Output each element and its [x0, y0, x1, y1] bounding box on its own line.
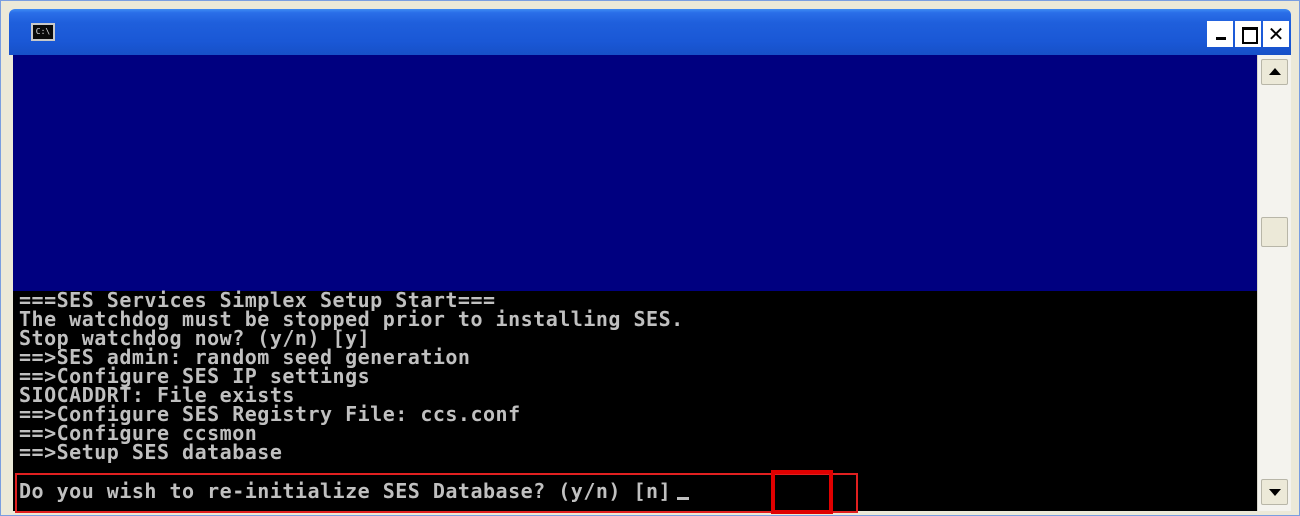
command-prompt-window: C:\ ✕ ===SES Services Simplex Setup Star…	[0, 0, 1300, 516]
console-client-area[interactable]: ===SES Services Simplex Setup Start=== T…	[13, 55, 1257, 511]
scroll-thumb[interactable]	[1261, 217, 1288, 247]
title-bar[interactable]: C:\ ✕	[9, 9, 1291, 55]
console-line: ==>Setup SES database	[19, 440, 283, 464]
scroll-up-arrow-icon	[1269, 68, 1281, 75]
maximize-icon	[1242, 27, 1258, 44]
scroll-down-arrow-icon	[1269, 489, 1281, 496]
default-answer-highlight-box	[771, 470, 833, 514]
minimize-icon	[1216, 37, 1226, 40]
scroll-down-button[interactable]	[1261, 479, 1288, 505]
close-button[interactable]: ✕	[1263, 21, 1289, 47]
console-output: ===SES Services Simplex Setup Start=== T…	[19, 290, 1249, 464]
minimize-button[interactable]	[1207, 21, 1233, 47]
close-icon: ✕	[1267, 22, 1285, 46]
command-prompt-icon[interactable]: C:\	[31, 23, 55, 41]
vertical-scrollbar[interactable]	[1257, 55, 1291, 511]
prompt-highlight-box	[15, 473, 858, 513]
console-blue-region	[13, 55, 1257, 291]
scroll-up-button[interactable]	[1261, 59, 1288, 85]
maximize-button[interactable]	[1235, 21, 1261, 47]
